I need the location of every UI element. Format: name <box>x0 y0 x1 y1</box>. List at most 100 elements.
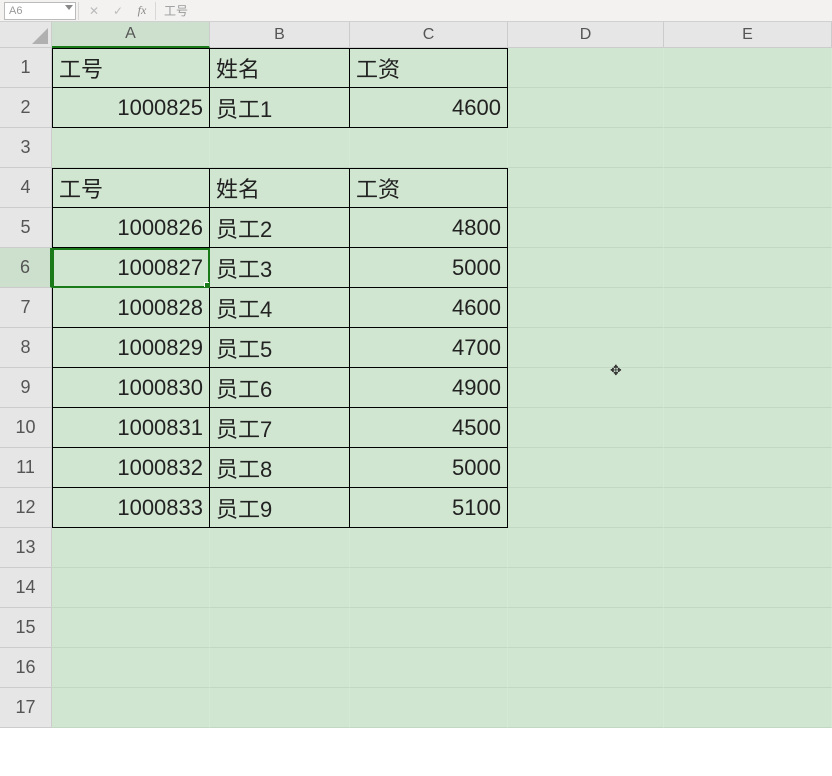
row-header[interactable]: 14 <box>0 568 52 608</box>
cell-C2[interactable]: 4600 <box>350 88 508 128</box>
cell-E10[interactable] <box>664 408 832 448</box>
cell-C1[interactable]: 工资 <box>350 48 508 88</box>
cell-C9[interactable]: 4900 <box>350 368 508 408</box>
col-header-D[interactable]: D <box>508 22 664 48</box>
cell-D5[interactable] <box>508 208 664 248</box>
cell-B9[interactable]: 员工6 <box>210 368 350 408</box>
cell-B1[interactable]: 姓名 <box>210 48 350 88</box>
cell-E16[interactable] <box>664 648 832 688</box>
row-header[interactable]: 10 <box>0 408 52 448</box>
cell-C12[interactable]: 5100 <box>350 488 508 528</box>
cell-A5[interactable]: 1000826 <box>52 208 210 248</box>
fx-icon[interactable]: fx <box>131 2 153 20</box>
cell-E14[interactable] <box>664 568 832 608</box>
cell-C15[interactable] <box>350 608 508 648</box>
cell-E2[interactable] <box>664 88 832 128</box>
cell-D8[interactable] <box>508 328 664 368</box>
cell-D4[interactable] <box>508 168 664 208</box>
spreadsheet-grid[interactable]: A B C D E 1 工号 姓名 工资 2 1000825 员工1 4600 … <box>0 22 832 776</box>
col-header-A[interactable]: A <box>52 22 210 48</box>
cell-D7[interactable] <box>508 288 664 328</box>
cell-A11[interactable]: 1000832 <box>52 448 210 488</box>
cell-D1[interactable] <box>508 48 664 88</box>
cell-D13[interactable] <box>508 528 664 568</box>
cell-A2[interactable]: 1000825 <box>52 88 210 128</box>
cell-D14[interactable] <box>508 568 664 608</box>
cell-D3[interactable] <box>508 128 664 168</box>
row-header[interactable]: 6 <box>0 248 52 288</box>
row-header[interactable]: 2 <box>0 88 52 128</box>
row-header[interactable]: 9 <box>0 368 52 408</box>
cell-C11[interactable]: 5000 <box>350 448 508 488</box>
cell-D15[interactable] <box>508 608 664 648</box>
cell-B7[interactable]: 员工4 <box>210 288 350 328</box>
cell-E11[interactable] <box>664 448 832 488</box>
confirm-icon[interactable]: ✓ <box>107 2 129 20</box>
col-header-E[interactable]: E <box>664 22 832 48</box>
cell-A15[interactable] <box>52 608 210 648</box>
cell-C13[interactable] <box>350 528 508 568</box>
cell-E12[interactable] <box>664 488 832 528</box>
cell-B3[interactable] <box>210 128 350 168</box>
cell-B17[interactable] <box>210 688 350 728</box>
row-header[interactable]: 4 <box>0 168 52 208</box>
cell-E17[interactable] <box>664 688 832 728</box>
col-header-C[interactable]: C <box>350 22 508 48</box>
cell-C4[interactable]: 工资 <box>350 168 508 208</box>
row-header[interactable]: 17 <box>0 688 52 728</box>
cell-A10[interactable]: 1000831 <box>52 408 210 448</box>
cell-A6[interactable]: 1000827 <box>52 248 210 288</box>
cell-D10[interactable] <box>508 408 664 448</box>
cell-A17[interactable] <box>52 688 210 728</box>
cell-B13[interactable] <box>210 528 350 568</box>
cell-A7[interactable]: 1000828 <box>52 288 210 328</box>
cell-A9[interactable]: 1000830 <box>52 368 210 408</box>
cancel-icon[interactable]: ✕ <box>83 2 105 20</box>
cell-B11[interactable]: 员工8 <box>210 448 350 488</box>
cell-D9[interactable] <box>508 368 664 408</box>
cell-B2[interactable]: 员工1 <box>210 88 350 128</box>
cell-C10[interactable]: 4500 <box>350 408 508 448</box>
row-header[interactable]: 3 <box>0 128 52 168</box>
cell-C17[interactable] <box>350 688 508 728</box>
cell-A8[interactable]: 1000829 <box>52 328 210 368</box>
cell-E3[interactable] <box>664 128 832 168</box>
cell-D16[interactable] <box>508 648 664 688</box>
cell-E9[interactable] <box>664 368 832 408</box>
cell-A16[interactable] <box>52 648 210 688</box>
cell-B14[interactable] <box>210 568 350 608</box>
cell-D6[interactable] <box>508 248 664 288</box>
cell-B16[interactable] <box>210 648 350 688</box>
row-header[interactable]: 12 <box>0 488 52 528</box>
name-box-dropdown-icon[interactable] <box>65 5 73 10</box>
cell-E1[interactable] <box>664 48 832 88</box>
cell-E7[interactable] <box>664 288 832 328</box>
cell-D2[interactable] <box>508 88 664 128</box>
select-all-corner[interactable] <box>0 22 52 48</box>
col-header-B[interactable]: B <box>210 22 350 48</box>
cell-E15[interactable] <box>664 608 832 648</box>
cell-B5[interactable]: 员工2 <box>210 208 350 248</box>
cell-B12[interactable]: 员工9 <box>210 488 350 528</box>
row-header[interactable]: 8 <box>0 328 52 368</box>
cell-E4[interactable] <box>664 168 832 208</box>
row-header[interactable]: 11 <box>0 448 52 488</box>
cell-D17[interactable] <box>508 688 664 728</box>
cell-C16[interactable] <box>350 648 508 688</box>
cell-C7[interactable]: 4600 <box>350 288 508 328</box>
cell-A3[interactable] <box>52 128 210 168</box>
cell-A13[interactable] <box>52 528 210 568</box>
name-box[interactable]: A6 <box>4 2 76 20</box>
row-header[interactable]: 13 <box>0 528 52 568</box>
cell-D12[interactable] <box>508 488 664 528</box>
cell-E13[interactable] <box>664 528 832 568</box>
cell-E6[interactable] <box>664 248 832 288</box>
cell-E5[interactable] <box>664 208 832 248</box>
cell-B15[interactable] <box>210 608 350 648</box>
cell-C3[interactable] <box>350 128 508 168</box>
cell-C5[interactable]: 4800 <box>350 208 508 248</box>
cell-B10[interactable]: 员工7 <box>210 408 350 448</box>
cell-A4[interactable]: 工号 <box>52 168 210 208</box>
cell-B4[interactable]: 姓名 <box>210 168 350 208</box>
cell-A12[interactable]: 1000833 <box>52 488 210 528</box>
